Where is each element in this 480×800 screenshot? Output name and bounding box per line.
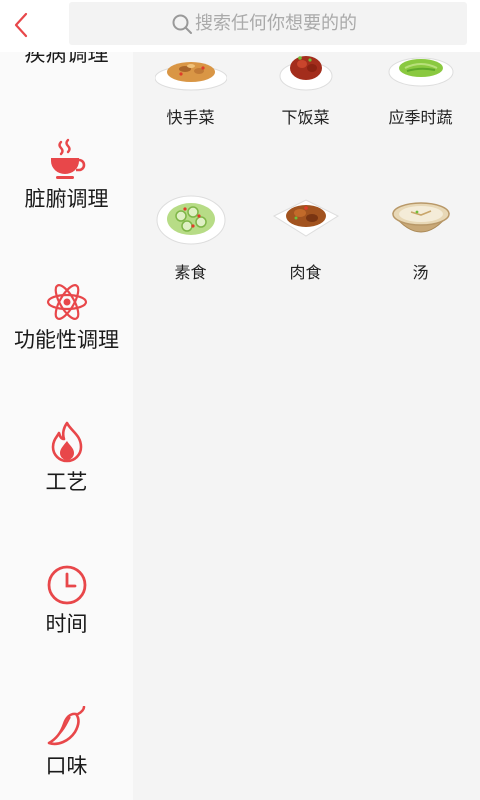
category-item-label: 快手菜: [166, 108, 215, 127]
soup-icon: [385, 188, 457, 248]
clock-icon: [46, 564, 88, 606]
sidebar-item-label: 口味: [45, 754, 88, 778]
category-sidebar: 疾病调理 脏腑调理 功能性调理 工艺 时间 口味: [0, 0, 133, 800]
top-bar: [0, 0, 480, 52]
category-item-label: 素食: [174, 263, 207, 282]
sidebar-item-label: 功能性调理: [14, 328, 119, 352]
cucumber-dish-icon: [155, 188, 227, 248]
category-item-meat[interactable]: 肉食: [248, 188, 363, 288]
back-arrow-icon[interactable]: [4, 6, 44, 46]
category-item-label: 肉食: [289, 263, 322, 282]
category-item-soup[interactable]: 汤: [363, 188, 478, 288]
sidebar-item-craft[interactable]: 工艺: [0, 421, 133, 551]
category-content: 快手菜 下饭菜 应季时蔬 素食 肉食 汤: [133, 0, 480, 800]
flame-icon: [46, 421, 88, 463]
search-input[interactable]: [195, 8, 445, 38]
meat-dish-icon: [270, 188, 342, 248]
search-bar[interactable]: [69, 2, 467, 45]
category-item-label: 下饭菜: [281, 108, 330, 127]
search-icon: [171, 13, 193, 35]
teacup-icon: [46, 138, 88, 180]
category-item-label: 应季时蔬: [388, 108, 453, 127]
sidebar-item-time[interactable]: 时间: [0, 564, 133, 694]
atom-icon: [46, 281, 88, 323]
app-root: 疾病调理 脏腑调理 功能性调理 工艺 时间 口味 快手菜 下饭菜 应季时蔬 素食…: [0, 0, 480, 800]
category-item-seasonal[interactable]: 应季时蔬: [363, 38, 478, 138]
sidebar-item-functional[interactable]: 功能性调理: [0, 281, 133, 411]
category-item-label: 汤: [412, 263, 429, 282]
sidebar-item-organs[interactable]: 脏腑调理: [0, 138, 133, 268]
category-item-vegetarian[interactable]: 素食: [133, 188, 248, 288]
sidebar-item-label: 工艺: [45, 470, 88, 494]
sidebar-item-label: 时间: [45, 612, 88, 636]
category-item-quick[interactable]: 快手菜: [133, 38, 248, 138]
sidebar-item-taste[interactable]: 口味: [0, 706, 133, 800]
category-item-rice-dish[interactable]: 下饭菜: [248, 38, 363, 138]
sidebar-item-label: 脏腑调理: [24, 187, 109, 211]
chili-icon: [46, 706, 88, 748]
